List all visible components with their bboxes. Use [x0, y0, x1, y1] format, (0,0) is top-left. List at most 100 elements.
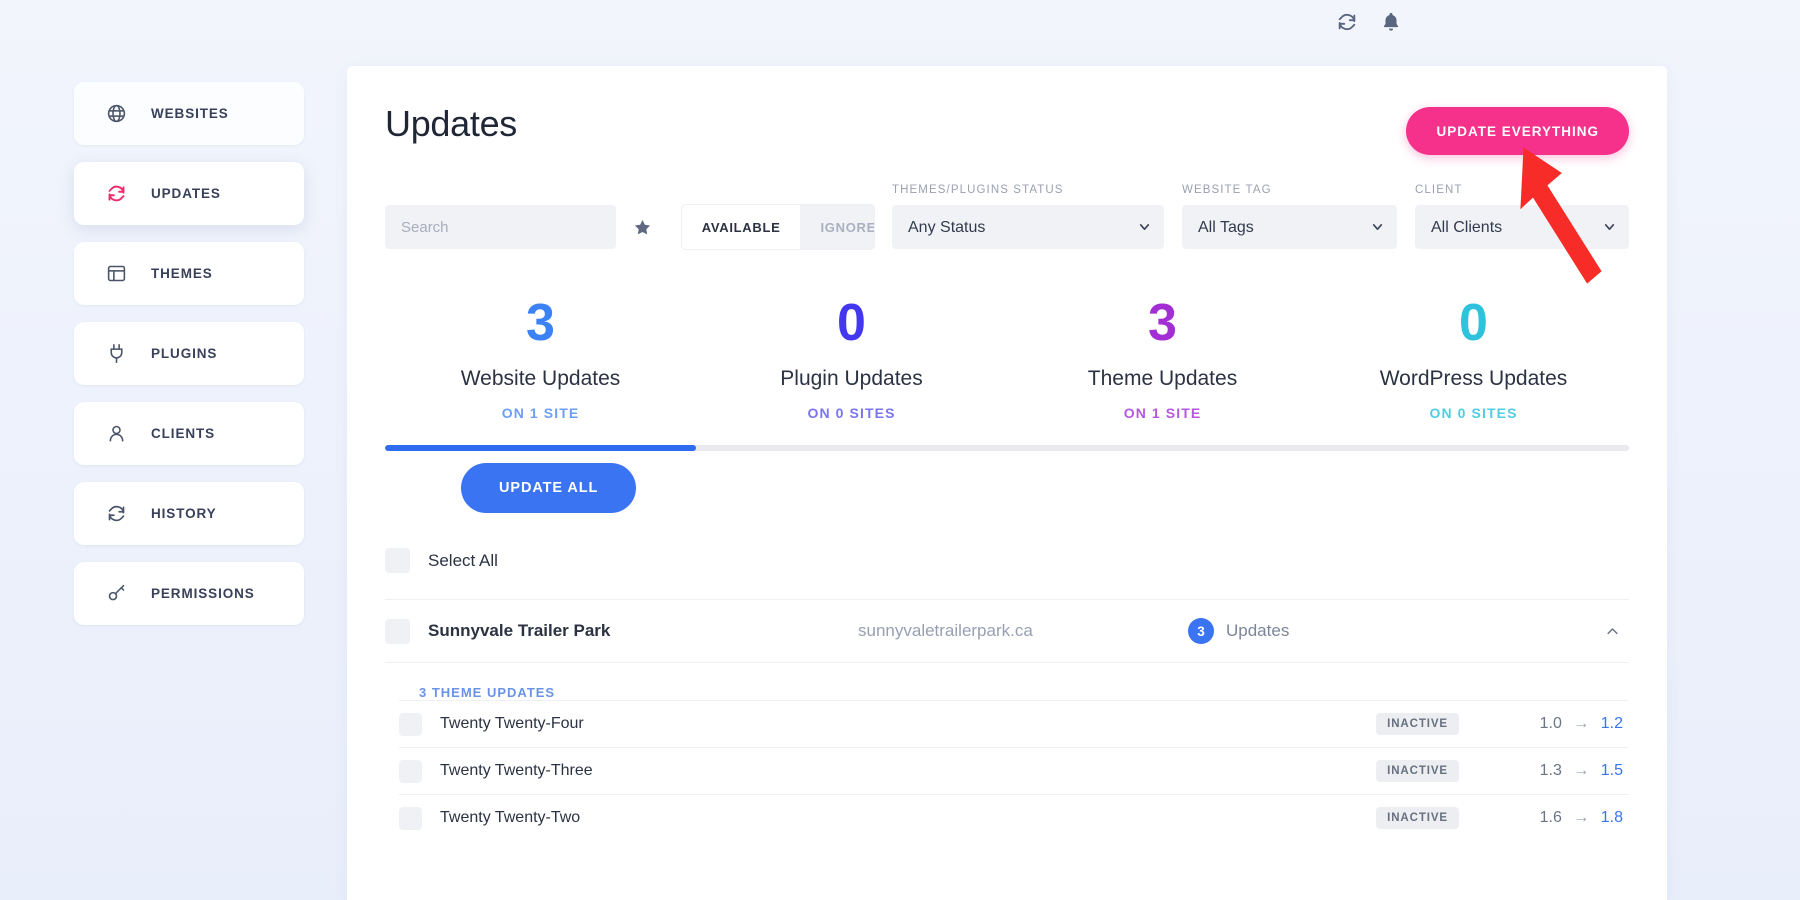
version-from: 1.0 — [1539, 715, 1562, 732]
version-change: 1.0 → 1.2 — [1459, 715, 1629, 733]
theme-checkbox[interactable] — [399, 759, 422, 783]
arrow-right-icon: → — [1573, 762, 1590, 779]
sidebar-item-updates[interactable]: UPDATES — [74, 162, 304, 225]
table-row[interactable]: Twenty Twenty-Three INACTIVE 1.3 → 1.5 — [399, 747, 1629, 794]
version-from: 1.6 — [1539, 809, 1562, 826]
stat-label: Theme Updates — [1087, 367, 1238, 390]
status-segmented-control: AVAILABLE IGNORED — [681, 205, 874, 249]
stat-sites: ON 1 SITE — [1123, 405, 1202, 421]
select-all-label: Select All — [428, 550, 498, 570]
arrow-right-icon: → — [1573, 809, 1590, 826]
stat-count: 0 — [837, 294, 866, 352]
table-row[interactable]: Twenty Twenty-Four INACTIVE 1.0 → 1.2 — [399, 700, 1629, 747]
sidebar-item-websites[interactable]: WEBSITES — [74, 82, 304, 145]
update-everything-button[interactable]: UPDATE EVERYTHING — [1406, 107, 1629, 155]
sidebar-label: WEBSITES — [151, 106, 229, 121]
status-badge: INACTIVE — [1376, 807, 1459, 829]
app-root: WEBSITES UPDATES THEMES PLUGINS CLIENTS … — [0, 0, 1800, 900]
themes-plugins-status-select[interactable]: Any Status — [892, 205, 1164, 249]
site-updates-summary: 3 Updates — [1188, 618, 1599, 644]
stat-website-updates: 3 Website Updates ON 1 SITE — [385, 297, 696, 421]
segment-available[interactable]: AVAILABLE — [681, 205, 801, 249]
filter-themes-plugins-status: THEMES/PLUGINS STATUS Any Status — [892, 184, 1164, 249]
sidebar-label: UPDATES — [151, 186, 221, 201]
version-change: 1.3 → 1.5 — [1459, 762, 1629, 780]
sidebar-label: PERMISSIONS — [151, 586, 255, 601]
version-to: 1.2 — [1600, 715, 1623, 732]
stat-label: Plugin Updates — [780, 367, 923, 390]
update-all-row: UPDATE ALL — [385, 463, 1629, 513]
sidebar-item-plugins[interactable]: PLUGINS — [74, 322, 304, 385]
user-icon — [106, 423, 127, 444]
site-url: sunnyvaletrailerpark.ca — [858, 621, 1033, 640]
filter-client: CLIENT All Clients — [1415, 184, 1629, 249]
layout-icon — [106, 263, 127, 284]
stats-row: 3 Website Updates ON 1 SITE 0 Plugin Upd… — [385, 297, 1629, 421]
client-select[interactable]: All Clients — [1415, 205, 1629, 249]
status-badge: INACTIVE — [1376, 713, 1459, 735]
filter-bar: AVAILABLE IGNORED THEMES/PLUGINS STATUS … — [385, 184, 1629, 249]
filter-label: WEBSITE TAG — [1182, 184, 1272, 196]
globe-icon — [106, 103, 127, 124]
bell-icon[interactable] — [1380, 11, 1402, 33]
sidebar-item-clients[interactable]: CLIENTS — [74, 402, 304, 465]
update-progress-bar — [385, 445, 1629, 451]
theme-name: Twenty Twenty-Three — [440, 762, 593, 779]
stat-sites: ON 0 SITES — [1429, 405, 1518, 421]
version-change: 1.6 → 1.8 — [1459, 809, 1629, 827]
sidebar-label: PLUGINS — [151, 346, 218, 361]
sidebar-item-history[interactable]: HISTORY — [74, 482, 304, 545]
stat-count: 3 — [1148, 294, 1177, 352]
update-all-button[interactable]: UPDATE ALL — [461, 463, 637, 513]
status-badge: INACTIVE — [1376, 760, 1459, 782]
table-row[interactable]: Twenty Twenty-Two INACTIVE 1.6 → 1.8 — [399, 794, 1629, 841]
filter-label: THEMES/PLUGINS STATUS — [892, 184, 1064, 196]
stat-count: 3 — [526, 294, 555, 352]
sync-icon — [106, 183, 127, 204]
site-row[interactable]: Sunnyvale Trailer Park sunnyvaletrailerp… — [385, 599, 1629, 663]
sidebar-label: CLIENTS — [151, 426, 216, 441]
arrow-right-icon: → — [1573, 715, 1590, 732]
site-name: Sunnyvale Trailer Park — [428, 621, 611, 640]
stat-theme-updates: 3 Theme Updates ON 1 SITE — [1007, 297, 1318, 421]
plug-icon — [106, 343, 127, 364]
stat-sites: ON 1 SITE — [501, 405, 580, 421]
filter-website-tag: WEBSITE TAG All Tags — [1182, 184, 1397, 249]
updates-label: Updates — [1226, 621, 1290, 640]
status-badge: 3 — [1188, 618, 1214, 644]
select-all-checkbox[interactable] — [385, 548, 410, 573]
stat-sites: ON 0 SITES — [807, 405, 896, 421]
select-all-row: Select All — [385, 548, 1629, 573]
version-to: 1.5 — [1600, 762, 1623, 779]
stat-plugin-updates: 0 Plugin Updates ON 0 SITES — [696, 297, 1007, 421]
star-icon[interactable] — [624, 205, 662, 249]
key-icon — [106, 583, 127, 604]
main-panel: Updates UPDATE EVERYTHING AVAILABLE IGNO… — [347, 66, 1667, 900]
sync-icon[interactable] — [1336, 11, 1358, 33]
stat-wordpress-updates: 0 WordPress Updates ON 0 SITES — [1318, 297, 1629, 421]
sidebar-item-themes[interactable]: THEMES — [74, 242, 304, 305]
website-tag-select[interactable]: All Tags — [1182, 205, 1397, 249]
stat-count: 0 — [1459, 294, 1488, 352]
sidebar-item-permissions[interactable]: PERMISSIONS — [74, 562, 304, 625]
version-from: 1.3 — [1539, 762, 1562, 779]
sidebar-label: HISTORY — [151, 506, 217, 521]
segment-ignored[interactable]: IGNORED — [800, 205, 874, 249]
sidebar-label: THEMES — [151, 266, 213, 281]
chevron-up-icon[interactable] — [1599, 618, 1625, 644]
update-progress-fill — [385, 445, 696, 451]
theme-name: Twenty Twenty-Two — [440, 809, 581, 826]
sidebar: WEBSITES UPDATES THEMES PLUGINS CLIENTS … — [74, 82, 304, 625]
version-to: 1.8 — [1600, 809, 1623, 826]
search-input[interactable] — [385, 205, 616, 249]
theme-checkbox[interactable] — [399, 806, 422, 830]
top-bar — [0, 0, 1800, 44]
theme-name: Twenty Twenty-Four — [440, 715, 584, 732]
theme-updates-group-header: 3 THEME UPDATES — [419, 685, 556, 700]
sync-icon — [106, 503, 127, 524]
stat-label: Website Updates — [460, 367, 621, 390]
filter-label: CLIENT — [1415, 184, 1463, 196]
site-checkbox[interactable] — [385, 618, 410, 644]
theme-checkbox[interactable] — [399, 712, 422, 736]
